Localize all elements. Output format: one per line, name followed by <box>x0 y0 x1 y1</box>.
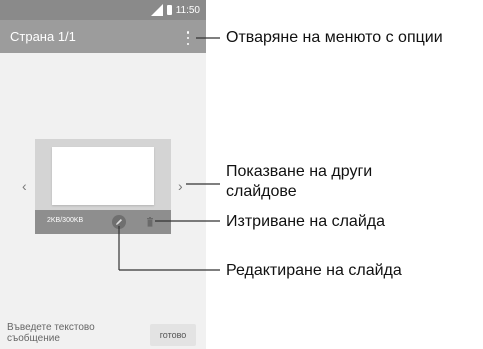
callout-other-slides-line1: Показване на други <box>226 163 373 180</box>
slide-thumbnail[interactable] <box>52 147 154 205</box>
callout-menu: Отваряне на менюто с опции <box>226 29 443 46</box>
message-input[interactable]: Въведете текстово съобщение <box>7 322 135 344</box>
callout-delete: Изтриване на слайда <box>226 213 385 230</box>
phone-screen: 11:50 Страна 1/1 ‹ › 2KB/300KB Въведете … <box>0 0 206 349</box>
done-button[interactable]: готово <box>150 324 196 346</box>
pencil-icon[interactable] <box>112 215 126 229</box>
slide-footer: 2KB/300KB <box>35 210 171 234</box>
app-bar: Страна 1/1 <box>0 20 206 53</box>
page-title: Страна 1/1 <box>10 29 76 44</box>
callout-other-slides-line2: слайдове <box>226 183 297 200</box>
previous-slide-icon[interactable]: ‹ <box>22 179 27 193</box>
battery-icon <box>166 5 172 15</box>
signal-icon <box>150 4 163 16</box>
trash-icon[interactable] <box>143 215 157 229</box>
callout-edit: Редактиране на слайда <box>226 262 402 279</box>
overflow-menu-icon[interactable] <box>183 31 193 45</box>
slide-card: 2KB/300KB <box>35 139 171 234</box>
next-slide-icon[interactable]: › <box>178 179 183 193</box>
slide-size-label: 2KB/300KB <box>47 217 84 224</box>
status-time: 11:50 <box>175 4 200 16</box>
status-bar: 11:50 <box>0 0 206 20</box>
